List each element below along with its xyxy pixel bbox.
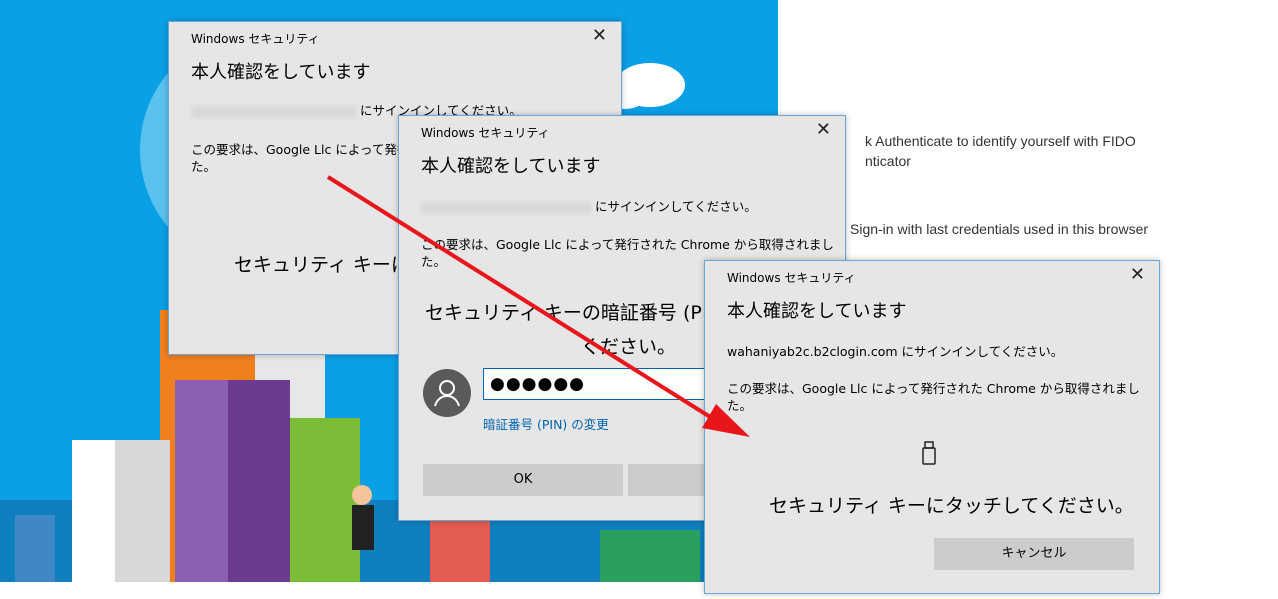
annotation-arrow (326, 175, 750, 437)
